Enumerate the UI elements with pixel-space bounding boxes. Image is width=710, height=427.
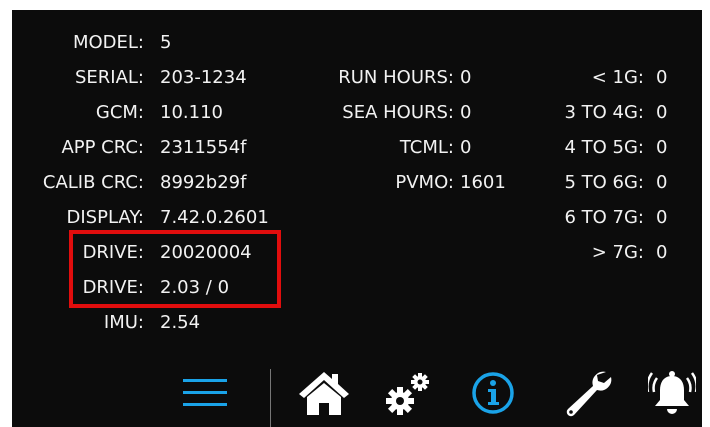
display-value: 7.42.0.2601 — [160, 207, 269, 228]
calib-crc-label: CALIB CRC: — [42, 172, 144, 193]
g-4-to-5-value: 0 — [656, 137, 668, 158]
app-crc-label: APP CRC: — [61, 137, 144, 158]
app-crc-value: 2311554f — [160, 137, 247, 158]
g-5-to-6-row: 5 TO 6G: 0 — [532, 168, 692, 198]
model-row: MODEL: 5 — [12, 28, 272, 58]
serial-label: SERIAL: — [74, 67, 144, 88]
info-button[interactable] — [468, 367, 518, 419]
settings-button[interactable] — [384, 367, 434, 419]
drive-highlight-box — [69, 230, 281, 308]
display-row: DISPLAY: 7.42.0.2601 — [12, 203, 282, 233]
gcm-label: GCM: — [95, 102, 144, 123]
tools-button[interactable] — [560, 367, 616, 419]
home-button[interactable] — [296, 367, 352, 419]
device-info-screen: MODEL: 5 SERIAL: 203-1234 GCM: 10.110 AP… — [12, 10, 702, 427]
menu-button[interactable] — [180, 367, 230, 419]
g-3-to-4-label: 3 TO 4G: — [564, 102, 644, 123]
g-over-7-row: > 7G: 0 — [532, 238, 692, 268]
g-under-1-row: < 1G: 0 — [532, 63, 692, 93]
g-5-to-6-value: 0 — [656, 172, 668, 193]
bottom-nav-bar — [12, 357, 702, 427]
g-over-7-label: > 7G: — [591, 242, 644, 263]
info-icon — [472, 372, 514, 414]
g-3-to-4-row: 3 TO 4G: 0 — [532, 98, 692, 128]
nav-divider — [270, 369, 271, 427]
settings-gears-icon — [386, 373, 429, 415]
model-value: 5 — [160, 32, 172, 53]
g-4-to-5-label: 4 TO 5G: — [564, 137, 644, 158]
run-hours-label: RUN HOURS: — [338, 67, 454, 88]
gcm-value: 10.110 — [160, 102, 223, 123]
imu-value: 2.54 — [160, 312, 201, 333]
g-6-to-7-row: 6 TO 7G: 0 — [532, 203, 692, 233]
g-6-to-7-label: 6 TO 7G: — [564, 207, 644, 228]
calib-crc-row: CALIB CRC: 8992b29f — [12, 168, 272, 198]
imu-row: IMU: 2.54 — [12, 308, 272, 338]
run-hours-row: RUN HOURS: 0 — [292, 63, 512, 93]
menu-icon — [183, 379, 227, 406]
pvmo-value: 1601 — [460, 172, 506, 193]
sea-hours-label: SEA HOURS: — [342, 102, 454, 123]
pvmo-label: PVMO: — [395, 172, 454, 193]
tcml-row: TCML: 0 — [292, 133, 512, 163]
calib-crc-value: 8992b29f — [160, 172, 247, 193]
wrench-icon — [566, 371, 612, 417]
tcml-label: TCML: — [399, 137, 454, 158]
run-hours-value: 0 — [460, 67, 472, 88]
g-over-7-value: 0 — [656, 242, 668, 263]
g-under-1-value: 0 — [656, 67, 668, 88]
serial-value: 203-1234 — [160, 67, 247, 88]
serial-row: SERIAL: 203-1234 — [12, 63, 272, 93]
home-icon — [299, 372, 349, 415]
app-crc-row: APP CRC: 2311554f — [12, 133, 272, 163]
g-4-to-5-row: 4 TO 5G: 0 — [532, 133, 692, 163]
gcm-row: GCM: 10.110 — [12, 98, 272, 128]
alarm-button[interactable] — [646, 367, 698, 419]
g-under-1-label: < 1G: — [591, 67, 644, 88]
model-label: MODEL: — [72, 32, 144, 53]
tcml-value: 0 — [460, 137, 472, 158]
g-3-to-4-value: 0 — [656, 102, 668, 123]
display-label: DISPLAY: — [66, 207, 144, 228]
sea-hours-row: SEA HOURS: 0 — [292, 98, 512, 128]
alarm-bell-icon — [648, 371, 696, 414]
imu-label: IMU: — [103, 312, 144, 333]
sea-hours-value: 0 — [460, 102, 472, 123]
g-5-to-6-label: 5 TO 6G: — [564, 172, 644, 193]
pvmo-row: PVMO: 1601 — [292, 168, 512, 198]
g-6-to-7-value: 0 — [656, 207, 668, 228]
